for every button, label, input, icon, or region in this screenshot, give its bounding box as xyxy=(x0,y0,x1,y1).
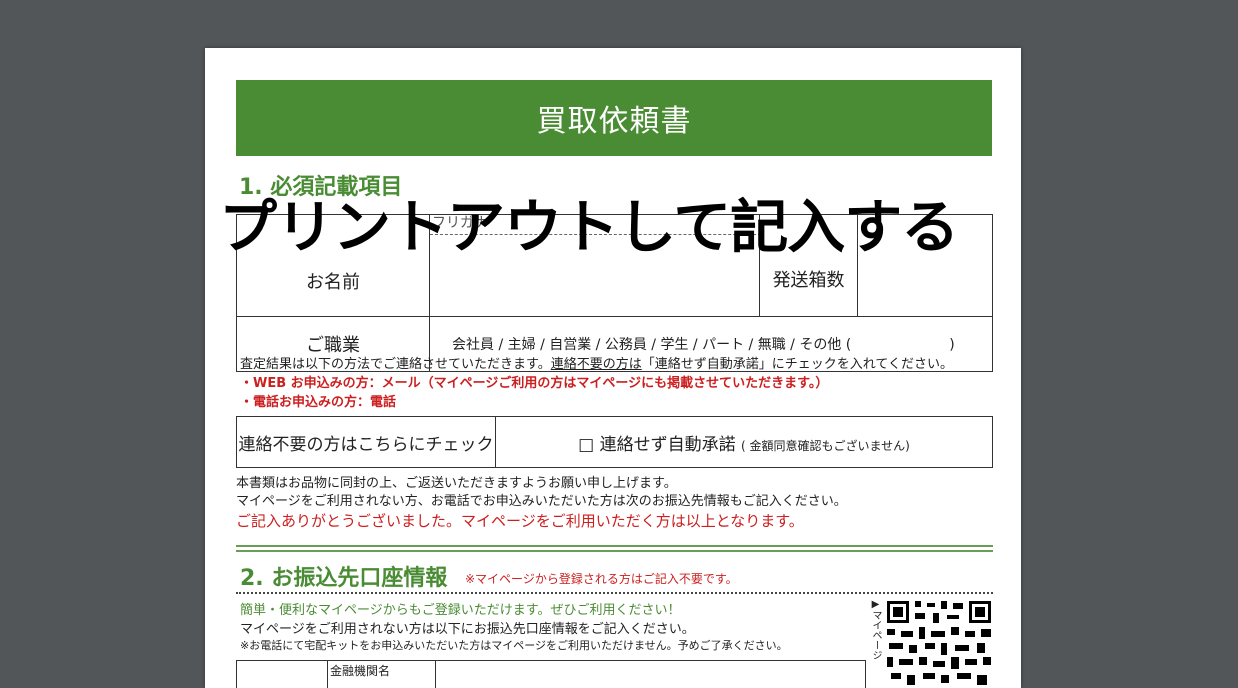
web-contact-line: ・WEB お申込みの方：メール（マイページご利用の方はマイページにも掲載させてい… xyxy=(240,372,828,391)
contact-note-underlined: 連絡不要の方は xyxy=(551,357,642,372)
qr-label: ▶マイページ xyxy=(871,599,883,660)
occupation-options: 会社員 / 主婦 / 自営業 / 公務員 / 学生 / パート / 無職 / そ… xyxy=(452,337,955,353)
section2-dotted-divider xyxy=(236,592,993,594)
bank-name-label: 金融機関名 xyxy=(330,664,390,678)
no-contact-label: 連絡不要の方はこちらにチェック xyxy=(239,435,494,455)
mypage-promo: 簡単・便利なマイページからもご登録いただけます。ぜひご利用ください！ xyxy=(240,599,680,618)
phone-contact-line: ・電話お申込みの方：電話 xyxy=(240,391,396,410)
document-title: 買取依頼書 xyxy=(236,80,992,156)
section2-note: ※マイページから登録される方はご記入不要です。 xyxy=(465,570,738,587)
bank-name-input-cell[interactable] xyxy=(436,661,866,688)
bank-name-label-cell: 金融機関名 xyxy=(328,661,436,688)
phone-kit-note: ※お電話にて宅配キットをお申込みいただいた方はマイページをご利用いただけません。… xyxy=(240,637,788,653)
bank-info-instruction: マイページをご利用されない方、お電話でお申込みいただいた方は次のお振込先情報もご… xyxy=(236,490,847,509)
section2-heading: 2. お振込先口座情報 xyxy=(240,560,447,592)
thanks-note: ご記入ありがとうございました。マイページをご利用いただく方は以上となります。 xyxy=(236,510,804,531)
document-page: 買取依頼書 1. 必須記載項目 プリントアウトして記入する お名前 発送箱数 ご… xyxy=(205,48,1021,688)
return-instruction: 本書類はお品物に同封の上、ご返送いただきますようお願い申し上げます。 xyxy=(236,472,677,491)
bank-info-table: 金融機関名 xyxy=(236,660,866,688)
auto-accept-checkbox[interactable]: □ 連絡せず自動承諾 xyxy=(578,435,735,455)
no-contact-label-cell: 連絡不要の方はこちらにチェック xyxy=(237,417,496,468)
bank-fill-instruction: マイページをご利用されない方は以下にお振込先口座情報をご記入ください。 xyxy=(240,618,695,637)
no-contact-table: 連絡不要の方はこちらにチェック □ 連絡せず自動承諾 ( 金額同意確認もございま… xyxy=(236,416,993,468)
section-divider xyxy=(236,545,993,552)
name-label: お名前 xyxy=(306,272,360,293)
auto-accept-checkbox-cell[interactable]: □ 連絡せず自動承諾 ( 金額同意確認もございません) xyxy=(496,417,993,468)
overlay-instruction: プリントアウトして記入する xyxy=(219,180,1019,264)
contact-note-suffix: 「連絡せず自動承諾」にチェックを入れてください。 xyxy=(642,357,953,372)
bank-side-label-cell xyxy=(237,661,328,688)
auto-accept-note: ( 金額同意確認もございません) xyxy=(741,439,910,453)
contact-note: 査定結果は以下の方法でご連絡させていただきます。連絡不要の方は「連絡せず自動承諾… xyxy=(240,353,953,372)
contact-note-prefix: 査定結果は以下の方法でご連絡させていただきます。 xyxy=(240,357,551,372)
boxes-label: 発送箱数 xyxy=(773,270,845,291)
